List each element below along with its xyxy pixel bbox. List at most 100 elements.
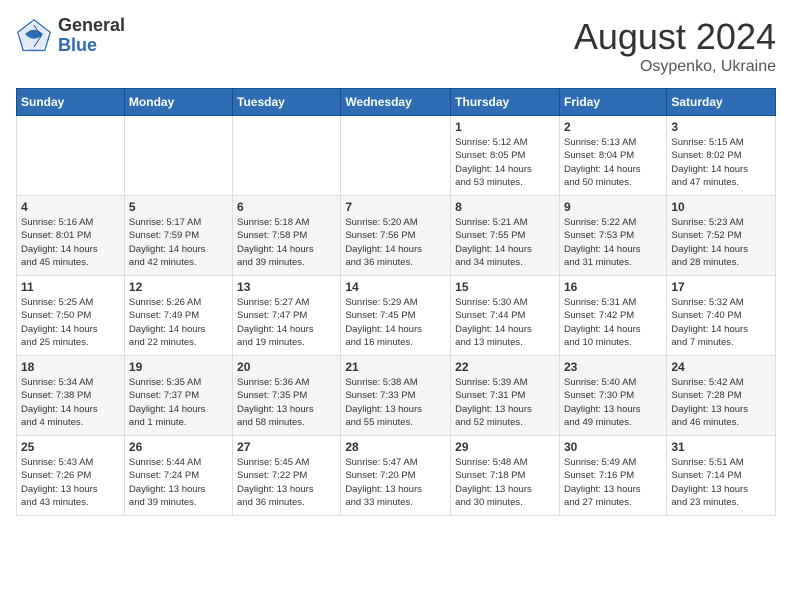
- calendar-cell: 24Sunrise: 5:42 AM Sunset: 7:28 PM Dayli…: [667, 356, 776, 436]
- calendar-cell: 12Sunrise: 5:26 AM Sunset: 7:49 PM Dayli…: [124, 276, 232, 356]
- calendar-cell: 20 Sunrise: 5:36 AM Sunset: 7:35 PM Dayli…: [233, 356, 341, 436]
- day-info-text: Sunrise: 5:13 AM Sunset: 8:04 PM Dayligh…: [564, 136, 662, 189]
- day-number: 20: [237, 360, 336, 374]
- calendar-cell: 26 Sunrise: 5:44 AM Sunset: 7:24 PM Dayli…: [124, 436, 232, 516]
- calendar-cell: 7Sunrise: 5:20 AM Sunset: 7:56 PM Daylig…: [341, 196, 451, 276]
- day-number: 13: [237, 280, 336, 294]
- day-number: 17: [671, 280, 771, 294]
- calendar-cell: 19Sunrise: 5:35 AM Sunset: 7:37 PM Dayli…: [124, 356, 232, 436]
- calendar-cell: 16 Sunrise: 5:31 AM Sunset: 7:42 PM Dayli…: [559, 276, 666, 356]
- day-of-week-header: Thursday: [451, 89, 560, 116]
- day-info-text: Sunrise: 5:44 AM Sunset: 7:24 PM Dayligh…: [129, 456, 228, 509]
- day-info-text: Sunrise: 5:20 AM Sunset: 7:56 PM Dayligh…: [345, 216, 446, 269]
- day-number: 1: [455, 120, 555, 134]
- calendar-table: SundayMondayTuesdayWednesdayThursdayFrid…: [16, 88, 776, 516]
- day-info-text: Sunrise: 5:29 AM Sunset: 7:45 PM Dayligh…: [345, 296, 446, 349]
- day-number: 22: [455, 360, 555, 374]
- calendar-cell: 13 Sunrise: 5:27 AM Sunset: 7:47 PM Dayli…: [233, 276, 341, 356]
- calendar-cell: 21 Sunrise: 5:38 AM Sunset: 7:33 PM Dayli…: [341, 356, 451, 436]
- location-subtitle: Osypenko, Ukraine: [574, 58, 776, 76]
- day-info-text: Sunrise: 5:31 AM Sunset: 7:42 PM Dayligh…: [564, 296, 662, 349]
- day-number: 4: [21, 200, 120, 214]
- day-info-text: Sunrise: 5:43 AM Sunset: 7:26 PM Dayligh…: [21, 456, 120, 509]
- calendar-cell: [341, 116, 451, 196]
- logo-blue-text: Blue: [58, 36, 125, 56]
- day-number: 3: [671, 120, 771, 134]
- day-number: 2: [564, 120, 662, 134]
- day-info-text: Sunrise: 5:12 AM Sunset: 8:05 PM Dayligh…: [455, 136, 555, 189]
- day-number: 31: [671, 440, 771, 454]
- day-number: 10: [671, 200, 771, 214]
- day-info-text: Sunrise: 5:18 AM Sunset: 7:58 PM Dayligh…: [237, 216, 336, 269]
- day-number: 30: [564, 440, 662, 454]
- day-info-text: Sunrise: 5:49 AM Sunset: 7:16 PM Dayligh…: [564, 456, 662, 509]
- day-number: 11: [21, 280, 120, 294]
- calendar-header-row: SundayMondayTuesdayWednesdayThursdayFrid…: [17, 89, 776, 116]
- day-info-text: Sunrise: 5:30 AM Sunset: 7:44 PM Dayligh…: [455, 296, 555, 349]
- day-info-text: Sunrise: 5:32 AM Sunset: 7:40 PM Dayligh…: [671, 296, 771, 349]
- day-of-week-header: Saturday: [667, 89, 776, 116]
- day-info-text: Sunrise: 5:16 AM Sunset: 8:01 PM Dayligh…: [21, 216, 120, 269]
- day-number: 16: [564, 280, 662, 294]
- logo-general-text: General: [58, 16, 125, 36]
- day-number: 5: [129, 200, 228, 214]
- day-number: 8: [455, 200, 555, 214]
- day-number: 26: [129, 440, 228, 454]
- day-number: 9: [564, 200, 662, 214]
- day-of-week-header: Monday: [124, 89, 232, 116]
- day-info-text: Sunrise: 5:39 AM Sunset: 7:31 PM Dayligh…: [455, 376, 555, 429]
- calendar-cell: [17, 116, 125, 196]
- day-info-text: Sunrise: 5:42 AM Sunset: 7:28 PM Dayligh…: [671, 376, 771, 429]
- day-info-text: Sunrise: 5:22 AM Sunset: 7:53 PM Dayligh…: [564, 216, 662, 269]
- day-info-text: Sunrise: 5:51 AM Sunset: 7:14 PM Dayligh…: [671, 456, 771, 509]
- day-info-text: Sunrise: 5:21 AM Sunset: 7:55 PM Dayligh…: [455, 216, 555, 269]
- day-info-text: Sunrise: 5:36 AM Sunset: 7:35 PM Dayligh…: [237, 376, 336, 429]
- calendar-week-row: 18 Sunrise: 5:34 AM Sunset: 7:38 PM Dayli…: [17, 356, 776, 436]
- logo-text: General Blue: [58, 16, 125, 56]
- day-of-week-header: Friday: [559, 89, 666, 116]
- calendar-week-row: 11Sunrise: 5:25 AM Sunset: 7:50 PM Dayli…: [17, 276, 776, 356]
- day-number: 21: [345, 360, 446, 374]
- calendar-cell: 4 Sunrise: 5:16 AM Sunset: 8:01 PM Daylig…: [17, 196, 125, 276]
- day-number: 25: [21, 440, 120, 454]
- day-info-text: Sunrise: 5:45 AM Sunset: 7:22 PM Dayligh…: [237, 456, 336, 509]
- calendar-cell: 15Sunrise: 5:30 AM Sunset: 7:44 PM Dayli…: [451, 276, 560, 356]
- calendar-cell: 17 Sunrise: 5:32 AM Sunset: 7:40 PM Dayli…: [667, 276, 776, 356]
- day-of-week-header: Tuesday: [233, 89, 341, 116]
- day-info-text: Sunrise: 5:48 AM Sunset: 7:18 PM Dayligh…: [455, 456, 555, 509]
- calendar-cell: 31 Sunrise: 5:51 AM Sunset: 7:14 PM Dayli…: [667, 436, 776, 516]
- day-info-text: Sunrise: 5:26 AM Sunset: 7:49 PM Dayligh…: [129, 296, 228, 349]
- calendar-cell: 9 Sunrise: 5:22 AM Sunset: 7:53 PM Daylig…: [559, 196, 666, 276]
- calendar-cell: 10Sunrise: 5:23 AM Sunset: 7:52 PM Dayli…: [667, 196, 776, 276]
- day-of-week-header: Wednesday: [341, 89, 451, 116]
- calendar-cell: 29Sunrise: 5:48 AM Sunset: 7:18 PM Dayli…: [451, 436, 560, 516]
- calendar-cell: 18 Sunrise: 5:34 AM Sunset: 7:38 PM Dayli…: [17, 356, 125, 436]
- day-info-text: Sunrise: 5:34 AM Sunset: 7:38 PM Dayligh…: [21, 376, 120, 429]
- calendar-cell: 2 Sunrise: 5:13 AM Sunset: 8:04 PM Daylig…: [559, 116, 666, 196]
- calendar-cell: 5 Sunrise: 5:17 AM Sunset: 7:59 PM Daylig…: [124, 196, 232, 276]
- day-info-text: Sunrise: 5:27 AM Sunset: 7:47 PM Dayligh…: [237, 296, 336, 349]
- title-block: August 2024 Osypenko, Ukraine: [574, 16, 776, 76]
- page-header: General Blue August 2024 Osypenko, Ukrai…: [16, 16, 776, 76]
- calendar-week-row: 4 Sunrise: 5:16 AM Sunset: 8:01 PM Daylig…: [17, 196, 776, 276]
- calendar-cell: 14Sunrise: 5:29 AM Sunset: 7:45 PM Dayli…: [341, 276, 451, 356]
- calendar-cell: 1 Sunrise: 5:12 AM Sunset: 8:05 PM Daylig…: [451, 116, 560, 196]
- calendar-week-row: 1 Sunrise: 5:12 AM Sunset: 8:05 PM Daylig…: [17, 116, 776, 196]
- day-number: 18: [21, 360, 120, 374]
- calendar-cell: 3Sunrise: 5:15 AM Sunset: 8:02 PM Daylig…: [667, 116, 776, 196]
- logo-icon: [16, 18, 52, 54]
- month-year-title: August 2024: [574, 16, 776, 58]
- calendar-cell: 25 Sunrise: 5:43 AM Sunset: 7:26 PM Dayli…: [17, 436, 125, 516]
- calendar-cell: 27 Sunrise: 5:45 AM Sunset: 7:22 PM Dayli…: [233, 436, 341, 516]
- calendar-cell: [233, 116, 341, 196]
- calendar-cell: 23Sunrise: 5:40 AM Sunset: 7:30 PM Dayli…: [559, 356, 666, 436]
- calendar-cell: 30 Sunrise: 5:49 AM Sunset: 7:16 PM Dayli…: [559, 436, 666, 516]
- day-number: 28: [345, 440, 446, 454]
- calendar-week-row: 25 Sunrise: 5:43 AM Sunset: 7:26 PM Dayli…: [17, 436, 776, 516]
- day-info-text: Sunrise: 5:40 AM Sunset: 7:30 PM Dayligh…: [564, 376, 662, 429]
- day-info-text: Sunrise: 5:17 AM Sunset: 7:59 PM Dayligh…: [129, 216, 228, 269]
- day-number: 27: [237, 440, 336, 454]
- day-info-text: Sunrise: 5:38 AM Sunset: 7:33 PM Dayligh…: [345, 376, 446, 429]
- day-of-week-header: Sunday: [17, 89, 125, 116]
- logo: General Blue: [16, 16, 125, 56]
